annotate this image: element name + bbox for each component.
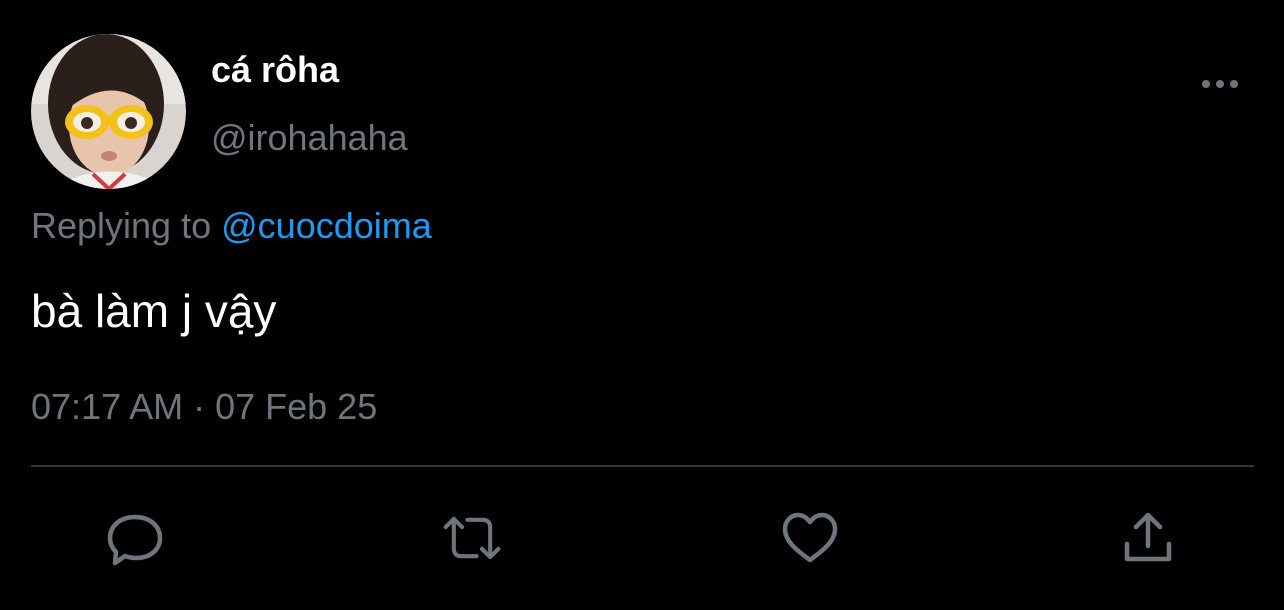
heart-icon — [782, 512, 838, 563]
share-icon — [1124, 512, 1172, 562]
share-button[interactable] — [1118, 510, 1178, 566]
tweet-timestamp[interactable]: 07:17 AM · 07 Feb 25 — [31, 386, 377, 428]
retweet-button[interactable] — [442, 510, 502, 566]
reply-button[interactable] — [105, 510, 165, 566]
tweet-text: bà làm j vậy — [31, 285, 277, 337]
replying-to-mention-link[interactable]: @cuocdoima — [221, 205, 432, 246]
like-button[interactable] — [780, 510, 840, 566]
avatar[interactable] — [31, 34, 186, 189]
more-options-button[interactable] — [1194, 62, 1246, 106]
more-horizontal-icon — [1202, 80, 1238, 88]
replying-to-line: Replying to @cuocdoima — [31, 205, 432, 247]
replying-to-label: Replying to — [31, 205, 212, 246]
comment-icon — [107, 514, 163, 566]
retweet-icon — [443, 516, 501, 560]
avatar-image — [31, 34, 186, 189]
author-display-name[interactable]: cá rôha — [211, 50, 339, 90]
author-handle[interactable]: @irohahaha — [211, 118, 408, 158]
divider — [31, 465, 1254, 467]
